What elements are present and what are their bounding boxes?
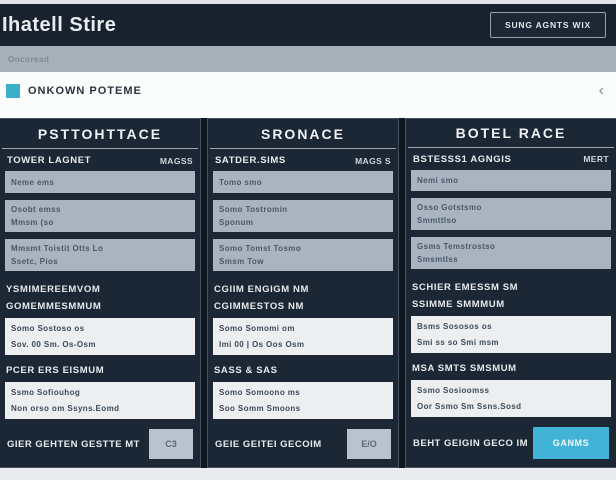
section-heading-line: SASS & SAS — [214, 365, 278, 376]
feature-row: Osso Gotstsmo Smmttlso — [411, 198, 611, 230]
detail-text: Somo Somomi om — [219, 324, 295, 333]
plan-cards-area: PSTTOHTTACE TOWER LAGNET MAGSS Neme ems … — [0, 118, 616, 468]
section-title: ONKOWN POTEME — [28, 85, 142, 97]
section-heading: SASS & SAS — [208, 359, 398, 380]
app-title: Ihatell Stire — [2, 13, 117, 36]
card-footer: GEIE GEITEI GECOIM E/O — [208, 423, 398, 467]
section-heading: SCHIER EMESSM SM SSIMME SMMMUM — [406, 276, 616, 314]
feature-text: Osobt emss — [11, 205, 61, 214]
plan-card-1: PSTTOHTTACE TOWER LAGNET MAGSS Neme ems … — [0, 118, 201, 468]
card-title: PSTTOHTTACE — [2, 119, 198, 150]
detail-text: Sov. 00 Sm. Os-Osm — [11, 340, 96, 349]
feature-text: Tomo smo — [219, 177, 263, 187]
section-header-bar: ONKOWN POTEME ‹ — [0, 72, 616, 118]
detail-row: Ssmo Sosioomss Oor Ssmo Sm Ssns.Sosd — [411, 380, 611, 417]
section-heading-line: CGIMMESTOS NM — [214, 301, 304, 312]
feature-row: Somo Tomst Tosmo Smsm Tow — [213, 239, 393, 271]
bottom-edge-strip — [0, 468, 616, 480]
subheader-label: TOWER LAGNET — [7, 155, 92, 167]
feature-text: Ssetc, Pios — [11, 257, 59, 266]
detail-text: Somo Sostoso os — [11, 324, 85, 333]
feature-text: Osso Gotstsmo — [417, 203, 482, 212]
detail-text: Oor Ssmo Sm Ssns.Sosd — [417, 402, 522, 411]
section-heading-line: PCER ERS EISMUM — [6, 365, 105, 376]
feature-text: Sponum — [219, 218, 254, 227]
feature-text: Gsms Temstrostso — [417, 242, 496, 251]
section-heading: CGIIM ENGIGM NM CGIMMESTOS NM — [208, 278, 398, 316]
section-heading: MSA SMTS SMSMUM — [406, 357, 616, 378]
card-footer: BEHT GEIGIN GECO IM GANMS — [406, 421, 616, 467]
feature-row: Somo Tostromin Sponum — [213, 200, 393, 232]
feature-text: Mmsm (so — [11, 218, 54, 227]
breadcrumb: Oncoread — [8, 54, 50, 64]
card-subheader: TOWER LAGNET MAGSS — [0, 149, 200, 171]
section-heading-line: CGIIM ENGIGM NM — [214, 284, 310, 295]
feature-row: Osobt emss Mmsm (so — [5, 200, 195, 232]
detail-row: Somo Somoono ms Soo Somm Smoons — [213, 382, 393, 419]
subheader-value: MAGSS — [159, 155, 193, 166]
price-button[interactable]: C3 — [149, 429, 193, 459]
detail-text: Ssmo Sofiouhog — [11, 388, 81, 397]
detail-row: Somo Somomi om Imi 00 | Os Oos Osm — [213, 318, 393, 355]
feature-text: Somo Tostromin — [219, 205, 288, 214]
card-subheader: SATDER.SIMS MAGS S — [208, 149, 398, 171]
subheader-value: MAGS S — [355, 155, 391, 166]
card-subheader: BSTESSS1 AGNGIS MERT — [406, 148, 616, 170]
section-marker-icon — [6, 84, 20, 98]
detail-text: Smi ss so Smi msm — [417, 338, 499, 347]
footer-label: GIER GEHTEN GESTTE MT — [7, 438, 140, 450]
feature-text: Smsmtlss — [417, 255, 458, 264]
feature-row: Neme ems — [5, 171, 195, 193]
feature-row: Gsms Temstrostso Smsmtlss — [411, 237, 611, 269]
detail-text: Non orso om Ssyns.Eomd — [11, 404, 120, 413]
plan-card-2: SRONACE SATDER.SIMS MAGS S Tomo smo Somo… — [207, 118, 399, 468]
footer-label: BEHT GEIGIN GECO IM — [413, 437, 529, 449]
detail-text: Ssmo Sosioomss — [417, 386, 490, 395]
footer-label: GEIE GEITEI GECOIM — [215, 438, 322, 450]
plan-card-3: BOTEL RACE BSTESSS1 AGNGIS MERT Nemi smo… — [405, 118, 616, 468]
section-heading: YSMIMEREEMVOM GOMEMMESMMUM — [0, 278, 200, 316]
detail-text: Somo Somoono ms — [219, 388, 301, 397]
section-heading-line: GOMEMMESMMUM — [6, 301, 102, 312]
detail-text: Imi 00 | Os Oos Osm — [219, 340, 305, 349]
subheader-value: MERT — [583, 154, 609, 165]
feature-text: Mmsmt Toistit Otts Lo — [11, 244, 104, 253]
subheader-label: BSTESSS1 AGNGIS — [413, 153, 512, 165]
primary-price-button[interactable]: GANMS — [533, 427, 609, 459]
section-heading-line: SSIMME SMMMUM — [412, 299, 505, 310]
card-title: SRONACE — [210, 119, 396, 150]
card-footer: GIER GEHTEN GESTTE MT C3 — [0, 423, 200, 467]
feature-text: Nemi smo — [417, 175, 459, 185]
feature-row: Nemi smo — [411, 169, 611, 191]
feature-row: Tomo smo — [213, 171, 393, 193]
section-heading-line: SCHIER EMESSM SM — [412, 282, 519, 293]
feature-row: Mmsmt Toistit Otts Lo Ssetc, Pios — [5, 239, 195, 271]
feature-text: Neme ems — [11, 177, 55, 187]
feature-text: Smsm Tow — [219, 257, 264, 266]
breadcrumb-bar: Oncoread — [0, 46, 616, 72]
price-button[interactable]: E/O — [347, 429, 391, 459]
detail-row: Ssmo Sofiouhog Non orso om Ssyns.Eomd — [5, 382, 195, 419]
feature-text: Smmttlso — [417, 216, 457, 225]
chevron-left-icon[interactable]: ‹ — [595, 83, 608, 99]
detail-text: Soo Somm Smoons — [219, 404, 301, 413]
feature-text: Somo Tomst Tosmo — [219, 244, 302, 253]
section-heading-line: MSA SMTS SMSMUM — [412, 363, 517, 374]
section-heading: PCER ERS EISMUM — [0, 359, 200, 380]
detail-row: Somo Sostoso os Sov. 00 Sm. Os-Osm — [5, 318, 195, 355]
section-heading-line: YSMIMEREEMVOM — [6, 284, 101, 295]
detail-text: Bsms Sososos os — [417, 322, 492, 331]
card-title: BOTEL RACE — [408, 119, 614, 148]
detail-row: Bsms Sososos os Smi ss so Smi msm — [411, 316, 611, 353]
header-action-button[interactable]: SUNG AGNTS WIX — [490, 12, 606, 38]
app-header: Ihatell Stire SUNG AGNTS WIX — [0, 4, 616, 46]
subheader-label: SATDER.SIMS — [215, 155, 286, 167]
